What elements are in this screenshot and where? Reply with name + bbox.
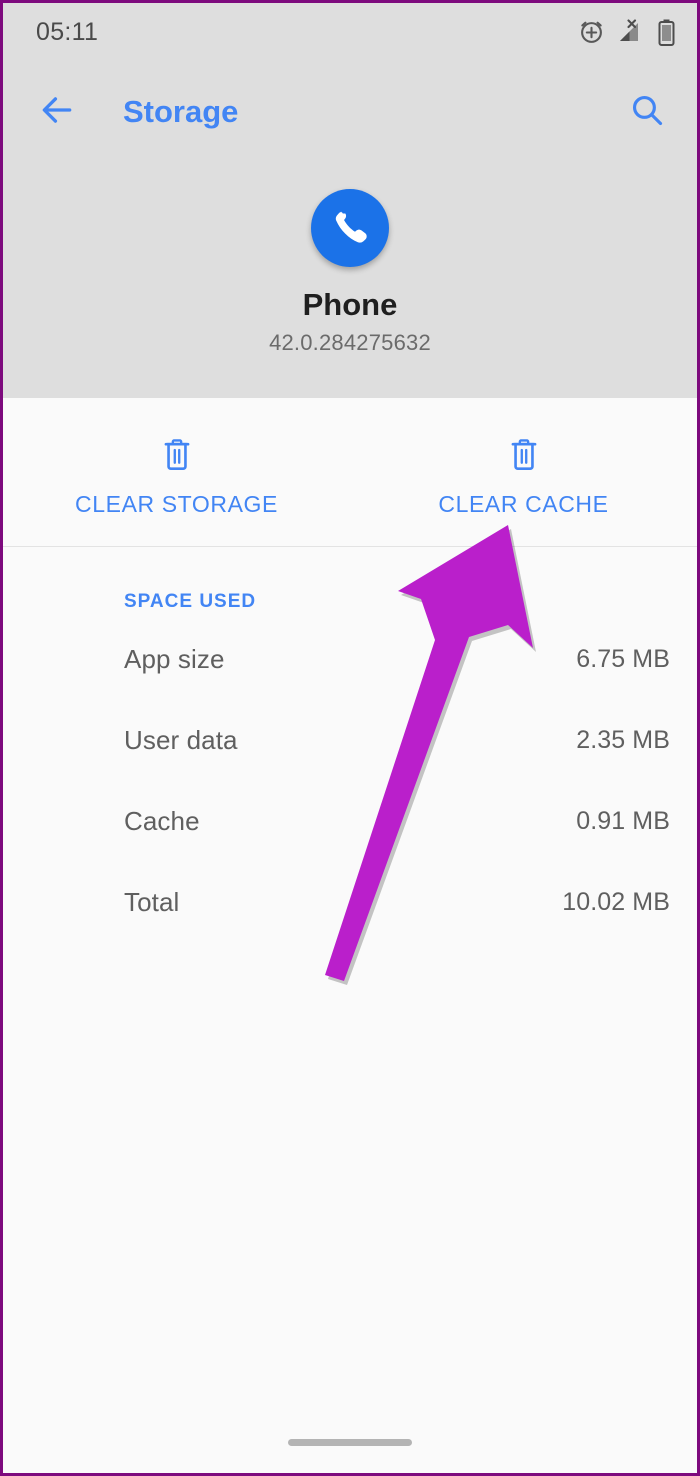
row-label: User data [124,725,238,755]
clear-cache-button[interactable]: CLEAR CACHE [350,398,697,546]
list-item[interactable]: User data 2.35 MB [3,700,697,781]
row-label: Total [124,887,180,917]
section-divider [3,546,697,547]
row-value: 0.91 MB [576,807,670,835]
app-bar: Storage [3,77,697,147]
clear-storage-label: CLEAR STORAGE [75,490,278,517]
status-bar-clock: 05:11 [36,17,99,46]
space-used-heading: SPACE USED [124,591,257,612]
clear-cache-label: CLEAR CACHE [438,490,609,517]
back-button[interactable] [25,91,89,134]
phone-app-icon [311,189,389,267]
trash-icon [160,435,194,475]
clear-storage-button[interactable]: CLEAR STORAGE [3,398,350,546]
search-icon [629,92,665,133]
page-title: Storage [123,94,239,129]
app-name: Phone [302,287,398,322]
action-buttons-row: CLEAR STORAGE CLEAR CACHE [3,398,697,546]
alarm-plus-icon [579,20,604,45]
trash-icon [507,435,541,475]
app-identity: Phone 42.0.284275632 [3,189,697,356]
signal-no-sim-icon [617,19,645,45]
battery-icon [658,19,675,46]
status-bar-icons [579,19,675,46]
list-item[interactable]: Cache 0.91 MB [3,781,697,862]
row-label: Cache [124,806,200,836]
row-value: 10.02 MB [562,888,670,916]
row-value: 6.75 MB [576,645,670,673]
space-used-rows: App size 6.75 MB User data 2.35 MB Cache… [3,619,697,943]
phone-screen: 05:11 Storage Phone 42.0.284275632 CLEAR… [0,0,700,1476]
list-item[interactable]: App size 6.75 MB [3,619,697,700]
app-version: 42.0.284275632 [269,330,431,355]
search-button[interactable] [623,92,671,133]
row-label: App size [124,644,225,674]
status-bar: 05:11 [3,3,697,61]
gesture-home-bar[interactable] [288,1439,412,1446]
list-item[interactable]: Total 10.02 MB [3,862,697,943]
back-arrow-icon [38,91,76,134]
app-icon-wrapper [311,189,389,267]
row-value: 2.35 MB [576,726,670,754]
